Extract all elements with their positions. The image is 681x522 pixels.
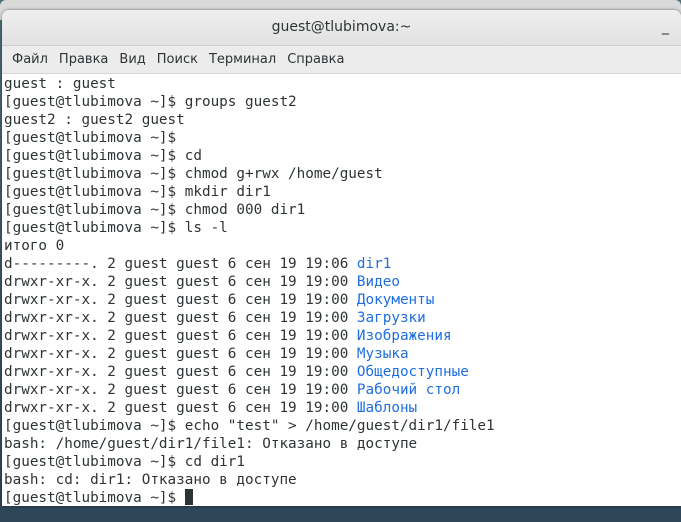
menu-file[interactable]: Файл [8,52,55,67]
line-text: [guest@tlubimova ~]$ ls -l [4,220,228,236]
directory-name: Документы [356,292,435,308]
terminal-line: [guest@tlubimova ~]$ [4,129,681,147]
terminal-line: [guest@tlubimova ~]$ chmod g+rwx /home/g… [4,165,681,183]
line-text: guest : guest [4,76,116,92]
terminal-line: [guest@tlubimova ~]$ cd dir1 [4,453,681,471]
directory-name: Рабочий стол [356,382,461,398]
terminal-line: [guest@tlubimova ~]$ mkdir dir1 [4,183,681,201]
terminal-cursor [184,489,193,505]
line-text: [guest@tlubimova ~]$ [4,490,185,506]
minimize-button[interactable]: _ [662,10,669,45]
line-text: [guest@tlubimova ~]$ chmod 000 dir1 [4,202,306,218]
menu-terminal[interactable]: Терминал [205,52,283,67]
directory-name: dir1 [356,256,392,272]
terminal-line: [guest@tlubimova ~]$ echo "test" > /home… [4,417,681,435]
menu-view[interactable]: Вид [115,52,152,67]
line-text: drwxr-xr-x. 2 guest guest 6 сен 19 19:00 [4,364,357,380]
line-text: drwxr-xr-x. 2 guest guest 6 сен 19 19:00 [4,346,357,362]
terminal-line: [guest@tlubimova ~]$ ls -l [4,219,681,237]
menu-bar: Файл Правка Вид Поиск Терминал Справка [2,46,681,74]
directory-name: Шаблоны [356,400,418,416]
terminal-line: guest : guest [4,75,681,93]
title-bar[interactable]: guest@tlubimova:~ _ [2,10,681,46]
terminal-line: итого 0 [4,237,681,255]
line-text: [guest@tlubimova ~]$ chmod g+rwx /home/g… [4,166,383,182]
terminal-line: drwxr-xr-x. 2 guest guest 6 сен 19 19:00… [4,399,681,417]
directory-name: Изображения [356,328,452,344]
line-text: [guest@tlubimova ~]$ groups guest2 [4,94,297,110]
terminal-line: [guest@tlubimova ~]$ chmod 000 dir1 [4,201,681,219]
line-text: [guest@tlubimova ~]$ [4,130,177,146]
terminal-line: bash: /home/guest/dir1/file1: Отказано в… [4,435,681,453]
directory-name: Загрузки [356,310,426,326]
terminal-line: [guest@tlubimova ~]$ cd [4,147,681,165]
window-title: guest@tlubimova:~ [271,19,412,35]
line-text: bash: cd: dir1: Отказано в доступе [4,472,297,488]
line-text: drwxr-xr-x. 2 guest guest 6 сен 19 19:00 [4,292,357,308]
terminal-line: drwxr-xr-x. 2 guest guest 6 сен 19 19:00… [4,327,681,345]
terminal-line: guest2 : guest2 guest [4,111,681,129]
directory-name: Общедоступные [356,364,469,380]
line-text: drwxr-xr-x. 2 guest guest 6 сен 19 19:00 [4,310,357,326]
directory-name: Музыка [356,346,409,362]
line-text: drwxr-xr-x. 2 guest guest 6 сен 19 19:00 [4,328,357,344]
terminal-line: drwxr-xr-x. 2 guest guest 6 сен 19 19:00… [4,291,681,309]
line-text: [guest@tlubimova ~]$ cd [4,148,202,164]
line-text: bash: /home/guest/dir1/file1: Отказано в… [4,436,418,452]
directory-name: Видео [356,274,400,290]
line-text: [guest@tlubimova ~]$ mkdir dir1 [4,184,271,200]
terminal-window: guest@tlubimova:~ _ Файл Правка Вид Поис… [2,10,681,506]
terminal-line: drwxr-xr-x. 2 guest guest 6 сен 19 19:00… [4,363,681,381]
terminal-line: drwxr-xr-x. 2 guest guest 6 сен 19 19:00… [4,309,681,327]
line-text: [guest@tlubimova ~]$ echo "test" > /home… [4,418,495,434]
line-text: [guest@tlubimova ~]$ cd dir1 [4,454,246,470]
terminal-output[interactable]: guest : guest [guest@tlubimova ~]$ groups… [2,74,681,507]
terminal-line: [guest@tlubimova ~]$ groups guest2 [4,93,681,111]
terminal-line: bash: cd: dir1: Отказано в доступе [4,471,681,489]
terminal-line: drwxr-xr-x. 2 guest guest 6 сен 19 19:00… [4,273,681,291]
line-text: guest2 : guest2 guest [4,112,185,128]
menu-edit[interactable]: Правка [55,52,115,67]
terminal-line: [guest@tlubimova ~]$ [4,489,681,507]
menu-search[interactable]: Поиск [153,52,205,67]
line-text: drwxr-xr-x. 2 guest guest 6 сен 19 19:00 [4,382,357,398]
menu-help[interactable]: Справка [283,52,351,67]
terminal-line: drwxr-xr-x. 2 guest guest 6 сен 19 19:00… [4,381,681,399]
terminal-line: d---------. 2 guest guest 6 сен 19 19:06… [4,255,681,273]
line-text: drwxr-xr-x. 2 guest guest 6 сен 19 19:00 [4,400,357,416]
terminal-line: drwxr-xr-x. 2 guest guest 6 сен 19 19:00… [4,345,681,363]
line-text: d---------. 2 guest guest 6 сен 19 19:06 [4,256,357,272]
line-text: итого 0 [4,238,65,254]
line-text: drwxr-xr-x. 2 guest guest 6 сен 19 19:00 [4,274,357,290]
